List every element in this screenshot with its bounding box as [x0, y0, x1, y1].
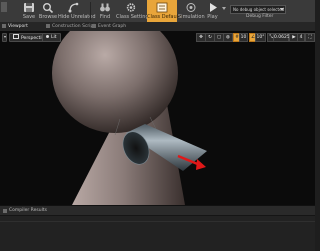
- camera-speed-value[interactable]: 4: [297, 33, 305, 42]
- compiler-results-tab[interactable]: Compiler Results: [0, 206, 315, 216]
- scale-icon: ▢: [216, 35, 222, 40]
- simulation-button[interactable]: Simulation: [178, 1, 205, 22]
- class-settings-label: Class Settings: [116, 14, 152, 20]
- class-defaults-icon: [156, 2, 168, 13]
- compiler-results-panel: Compiler Results: [0, 205, 315, 251]
- globe-icon: ◍: [226, 35, 230, 40]
- perspective-icon: [13, 34, 19, 39]
- lit-mode-button[interactable]: Lit: [42, 33, 61, 42]
- play-options-chevron-icon[interactable]: [222, 7, 226, 10]
- rotation-snap-value[interactable]: 10°: [255, 33, 266, 42]
- simulation-label: Simulation: [178, 14, 205, 20]
- magnifier-icon: [43, 3, 54, 13]
- compile-icon: [0, 2, 7, 12]
- compiler-results-title: Compiler Results: [9, 208, 47, 213]
- maximize-viewport-button[interactable]: ⛶: [305, 33, 315, 42]
- divider: [0, 221, 315, 222]
- save-icon: [24, 3, 34, 12]
- tab-event-graph-label: Event Graph: [98, 24, 127, 29]
- lit-mode-label: Lit: [51, 35, 57, 40]
- tab-event-graph[interactable]: Event Graph: [92, 22, 126, 31]
- coordinate-space-button[interactable]: ◍: [223, 33, 233, 42]
- simulation-icon: [186, 3, 196, 12]
- binoculars-icon: [100, 3, 110, 12]
- play-label: Play: [207, 14, 218, 20]
- viewport-scene[interactable]: [0, 31, 315, 205]
- hide-unrelated-button[interactable]: Hide Unrelated: [58, 1, 96, 22]
- browse-button[interactable]: Browse: [37, 1, 59, 22]
- viewport-options-button[interactable]: [2, 33, 7, 42]
- debug-object-select[interactable]: No debug object selected: [230, 5, 286, 14]
- lit-icon: [46, 35, 49, 38]
- tab-construction-script-label: Construction Script: [52, 24, 96, 29]
- find-button[interactable]: Find: [94, 1, 116, 22]
- browse-label: Browse: [38, 14, 58, 20]
- class-defaults-label: Class Defaults: [147, 14, 183, 20]
- gear-icon: [126, 3, 136, 12]
- blueprint-toolbar: Save Browse Hide Unrelated Find Class Se…: [0, 0, 315, 23]
- scale-snap-value[interactable]: 0.0625: [273, 33, 290, 42]
- move-icon: ✥: [199, 35, 203, 40]
- debug-object-value: No debug object selected: [233, 7, 285, 12]
- tab-viewport-label: Viewport: [8, 24, 28, 29]
- grid-snap-value[interactable]: 10: [239, 33, 248, 42]
- camera-icon: ▶: [292, 35, 296, 40]
- hide-unrelated-label: Hide Unrelated: [58, 14, 96, 20]
- toolbar-divider: [90, 2, 91, 20]
- tab-icon: [3, 209, 7, 213]
- class-settings-button[interactable]: Class Settings: [116, 1, 152, 22]
- tab-construction-script[interactable]: Construction Script: [46, 22, 95, 31]
- tab-icon: [2, 23, 6, 28]
- compile-button-partial[interactable]: [0, 1, 7, 22]
- hide-unrelated-icon: [68, 2, 79, 13]
- play-icon: [209, 3, 217, 12]
- viewport[interactable]: Perspective Lit ✥ ↻ ▢ ◍ # 10 ∠ 10° ⤡ 0.0…: [0, 31, 315, 205]
- find-label: Find: [99, 14, 111, 20]
- tab-icon: [92, 23, 96, 28]
- chevron-down-icon: [280, 8, 284, 11]
- play-button[interactable]: Play: [204, 1, 221, 22]
- rotate-icon: ↻: [208, 35, 212, 40]
- chevron-down-icon: [3, 36, 6, 38]
- tab-icon: [46, 23, 50, 28]
- debug-filter-label: Debug Filter: [246, 14, 274, 19]
- maximize-icon: ⛶: [308, 35, 312, 40]
- class-defaults-button[interactable]: Class Defaults: [147, 0, 183, 22]
- tab-viewport[interactable]: Viewport: [2, 22, 28, 31]
